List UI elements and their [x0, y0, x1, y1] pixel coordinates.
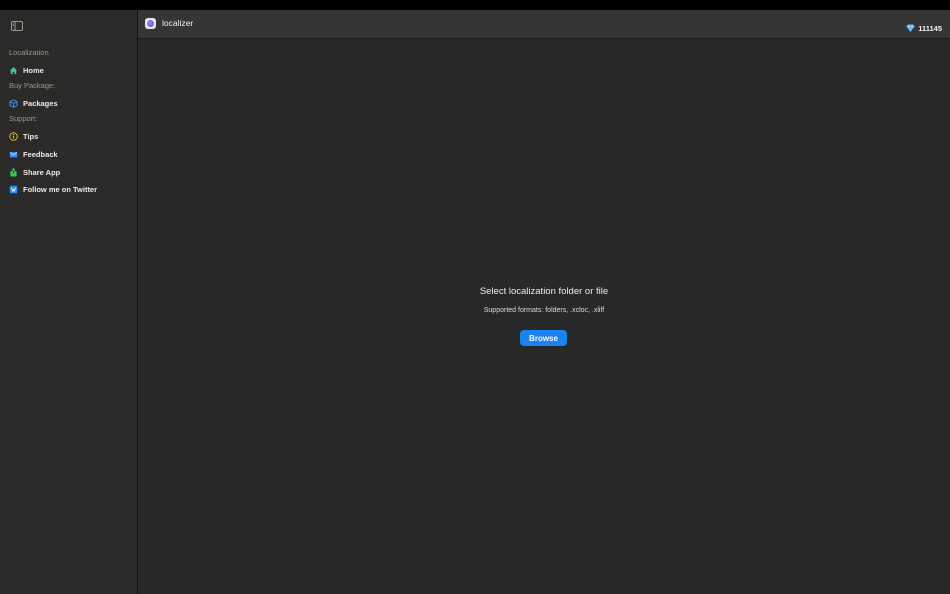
sidebar-item-share-app[interactable]: Share App [9, 165, 60, 179]
gem-balance[interactable]: 111145 [906, 19, 942, 37]
prompt-subtitle: Supported formats: folders, .xcloc, .xli… [483, 307, 605, 314]
sidebar-item-packages[interactable]: Packages [9, 96, 58, 110]
section-label-localization: Localization [9, 48, 49, 57]
section-label-support: Support: [9, 114, 38, 123]
sidebar-item-label: Feedback [23, 149, 58, 159]
share-icon [9, 167, 18, 177]
sidebar-item-label: Packages [23, 98, 58, 108]
mail-icon [9, 150, 18, 159]
sidebar-item-feedback[interactable]: Feedback [9, 147, 58, 161]
package-icon [9, 98, 18, 108]
sidebar-item-home[interactable]: Home [9, 63, 44, 77]
sidebar-item-follow-twitter[interactable]: Follow me on Twitter [9, 182, 97, 196]
diamond-icon [906, 19, 915, 37]
main-content: localizer 111145 Select localization fol… [138, 10, 950, 594]
sidebar-item-label: Tips [23, 131, 39, 141]
app-title: localizer [162, 18, 194, 28]
sidebar-item-tips[interactable]: Tips [9, 129, 38, 143]
sidebar-item-label: Follow me on Twitter [23, 184, 98, 194]
sidebar: Localization Home Buy Package: Packages … [0, 10, 138, 594]
app-icon [145, 18, 156, 29]
section-label-buy-package: Buy Package: [9, 81, 56, 90]
info-icon [9, 131, 18, 141]
sidebar-item-label: Home [23, 65, 44, 75]
sidebar-item-label: Share App [23, 167, 61, 177]
browse-button[interactable]: Browse [520, 330, 567, 346]
prompt-title: Select localization folder or file [479, 286, 609, 297]
sidebar-toggle-icon[interactable] [11, 18, 23, 31]
twitter-icon [9, 185, 18, 194]
title-bar: localizer 111145 [138, 10, 950, 39]
home-icon [9, 66, 18, 75]
menu-bar [0, 0, 950, 10]
gem-count: 111145 [918, 23, 942, 33]
